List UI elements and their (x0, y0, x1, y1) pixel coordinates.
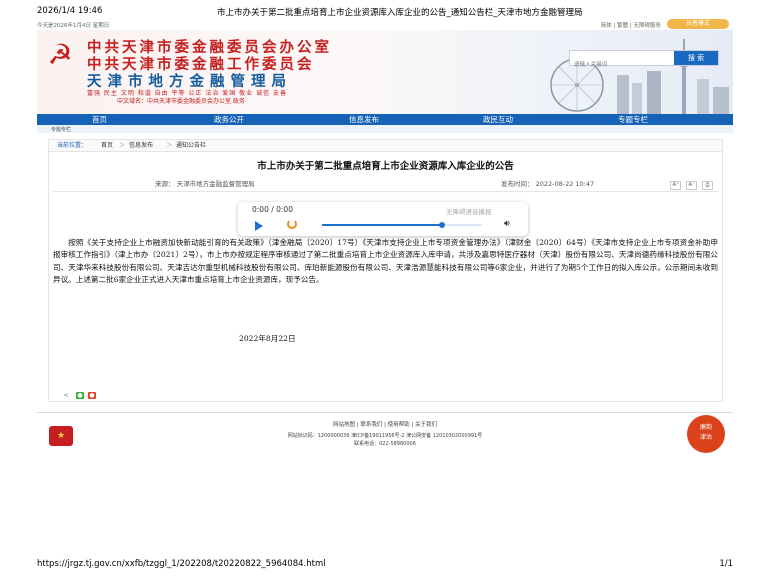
city-skyline-illustration (550, 39, 729, 114)
play-icon[interactable] (255, 221, 263, 231)
sub-nav: 专题专栏 (37, 125, 733, 133)
nav-gov-affairs[interactable]: 政务公开 (214, 114, 244, 125)
volume-icon[interactable]: 🔊︎ (504, 219, 510, 229)
weibo-icon[interactable]: ● (88, 392, 96, 399)
progress-slider[interactable] (322, 222, 482, 228)
today-date: 今天是2026年1月4日 星期日 (37, 23, 110, 29)
footer-license: 网站标识码：1200000036 津ICP备19011956号-2 津公网安备 … (287, 433, 483, 439)
search-input[interactable] (570, 59, 670, 71)
article-meta: 来源： 天津市地方金融监督管理局 发布时间： 2022-08-22 10:47 … (53, 178, 718, 192)
footer-links[interactable]: 网站地图 | 联系我们 | 使用帮助 | 关于我们 (37, 420, 733, 428)
party-emblem-icon: ☭ (47, 38, 73, 71)
article-date: 2022年8月22日 (239, 334, 296, 343)
main-nav: 首页 政务公开 信息发布 政民互动 专题专栏 (37, 114, 733, 125)
audio-player: 0:00 / 0:00 无障碍语音播报 🔊︎ (238, 202, 528, 236)
share-bar: ≺ ● ● (48, 390, 723, 401)
nav-home[interactable]: 首页 (92, 114, 107, 125)
sub-nav-topics[interactable]: 专题专栏 (51, 126, 71, 133)
article-source: 来源： 天津市地方金融监督管理局 (155, 180, 255, 188)
progress-fill (322, 224, 442, 226)
print-doc-title: 市上市办关于第二批重点培育上市企业资源库入库企业的公告_通知公告栏_天津市地方金… (217, 8, 583, 18)
reload-icon[interactable] (287, 219, 297, 229)
search-box: 搜 索 (569, 50, 719, 71)
footer-phone: 联系电话：022-58980006 (354, 441, 416, 447)
player-time: 0:00 / 0:00 (252, 205, 293, 214)
accessibility-audio-label: 无障碍语音播报 (446, 208, 492, 216)
wechat-icon[interactable]: ● (76, 392, 84, 399)
share-icon[interactable]: ≺ (62, 392, 70, 399)
article-body: 按照《关于支持企业上市融资加快新动能引育的有关政策》（津金融局〔2020〕17号… (53, 238, 718, 284)
nav-info-release[interactable]: 信息发布 (349, 114, 379, 125)
site-banner: ☭ 中共天津市委金融委员会办公室 中共天津市委金融工作委员会 天津市地方金融管理… (37, 30, 733, 114)
article-title: 市上市办关于第二批重点培育上市企业资源库入库企业的公告 (257, 161, 514, 172)
site-footer: ★ 网站地图 | 联系我们 | 使用帮助 | 关于我们 网站标识码：120000… (37, 412, 733, 458)
article-publish-time: 发布时间： 2022-08-22 10:47 (501, 180, 595, 188)
progress-knob[interactable] (439, 222, 445, 228)
print-icon[interactable]: ⎙ (702, 181, 713, 190)
font-increase-icon[interactable]: A⁺ (670, 181, 681, 190)
print-page-number: 1/1 (719, 559, 733, 569)
font-decrease-icon[interactable]: A⁻ (686, 181, 697, 190)
integrity-seal: 廉韵 津沽 (687, 415, 725, 453)
care-mode-button[interactable]: 长者模式 (667, 19, 729, 29)
chinese-domain: 中文域名：中共天津市委金融委员会办公室.政务 (117, 98, 245, 105)
search-button[interactable]: 搜 索 (674, 51, 718, 65)
print-datetime: 2026/1/4 19:46 (37, 6, 103, 16)
language-links[interactable]: 简体 | 繁體 | 无障碍服务 (601, 21, 661, 29)
nav-interaction[interactable]: 政民互动 (483, 114, 513, 125)
print-url: https://jrgz.tj.gov.cn/xxfb/tzggl_1/2022… (37, 559, 326, 569)
nav-special-topics[interactable]: 专题专栏 (618, 114, 648, 125)
article-panel: 市上市办关于第二批重点培育上市企业资源库入库企业的公告 来源： 天津市地方金融监… (48, 150, 723, 402)
